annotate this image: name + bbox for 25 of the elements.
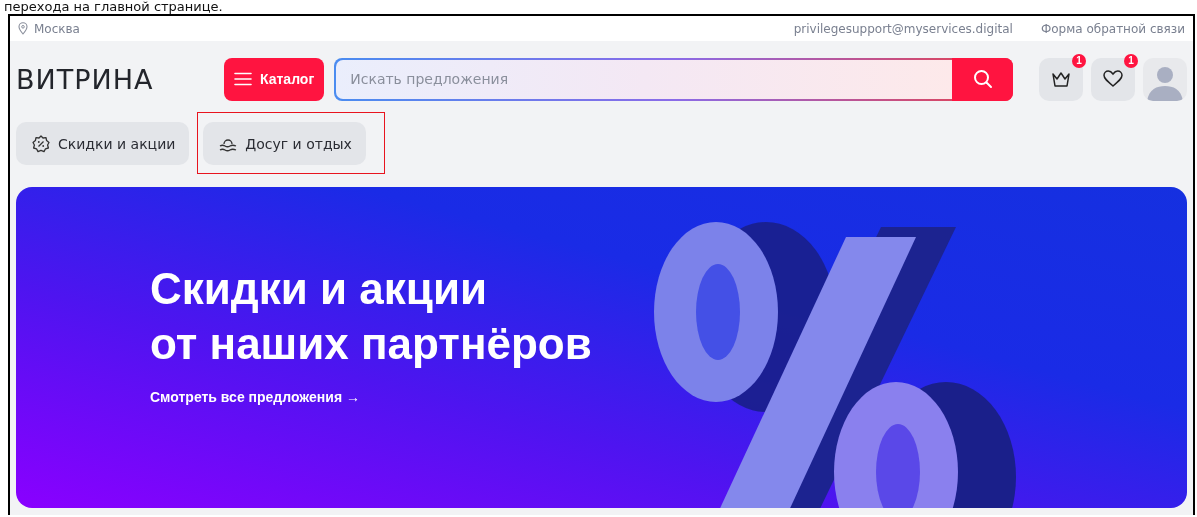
category-chip[interactable]: Досуг и отдых [203, 122, 366, 165]
email-link[interactable]: privilegesupport@myservices.digital [793, 21, 1013, 36]
logo[interactable]: ВИТРИНА [16, 63, 224, 95]
promo-banner[interactable]: Скидки и акции от наших партнёров Смотреть все предложения → [16, 187, 1187, 508]
catalog-button[interactable]: Каталог [224, 57, 325, 101]
city-link[interactable]: Москва [34, 21, 80, 36]
search-icon [972, 69, 993, 89]
count-badge: 1 [1072, 53, 1086, 68]
discount-icon [32, 134, 50, 153]
banner-title: от наших партнёров [150, 318, 593, 370]
crown-button[interactable]: 1 [1039, 57, 1083, 101]
banner-title: Скидки и акции [150, 263, 488, 315]
location-pin-icon [18, 22, 28, 35]
count-badge: 1 [1124, 53, 1138, 68]
crown-icon [1052, 71, 1070, 87]
caption-text: перехода на главной странице. [3, 0, 224, 14]
heart-button[interactable]: 1 [1091, 57, 1135, 101]
search-button[interactable] [952, 57, 1013, 101]
menu-icon [234, 72, 252, 86]
view-all-link[interactable]: Смотреть все предложения → [150, 389, 360, 405]
category-chip[interactable]: Скидки и акции [16, 122, 190, 165]
search-field[interactable]: Искать предложения [334, 57, 1013, 101]
heart-icon [1103, 70, 1123, 88]
profile-button[interactable] [1143, 57, 1187, 101]
feedback-link[interactable]: Форма обратной связи [1040, 21, 1185, 36]
